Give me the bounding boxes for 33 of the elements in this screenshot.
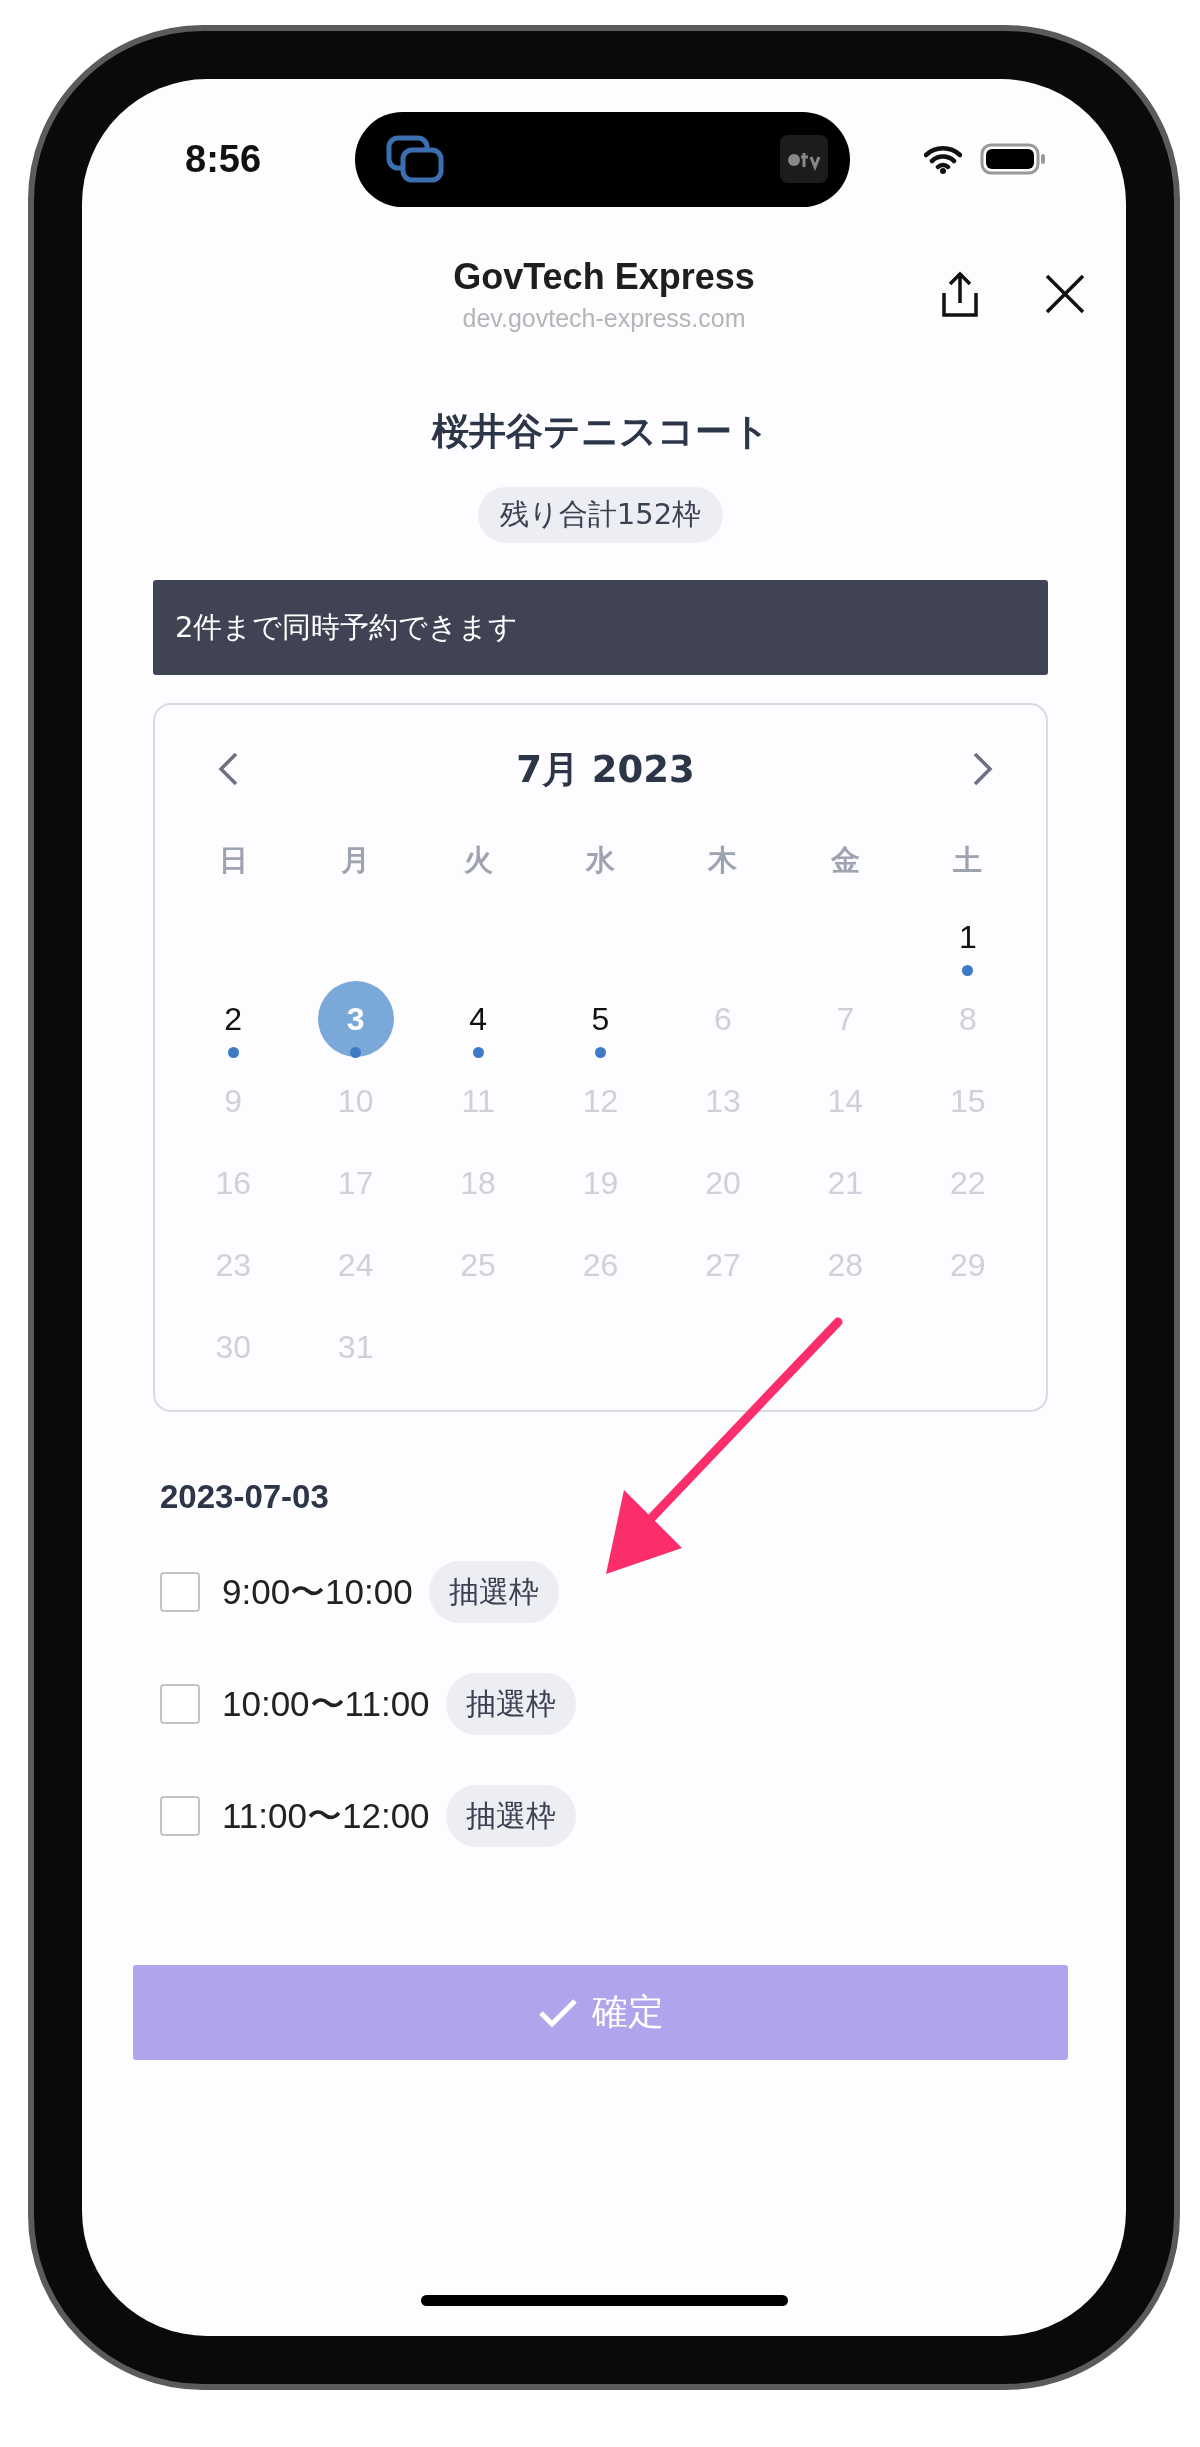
slot-checkbox[interactable] bbox=[160, 1796, 200, 1836]
check-icon bbox=[537, 1996, 578, 2029]
battery-icon bbox=[980, 143, 1046, 175]
weekday-label: 木 bbox=[708, 842, 738, 879]
notice-banner: 2件まで同時予約できます bbox=[153, 580, 1048, 675]
selected-date-heading: 2023-07-03 bbox=[160, 1478, 330, 1516]
calendar-day[interactable]: 1 bbox=[929, 899, 1006, 989]
venue-title: 桜井谷テニスコート bbox=[430, 409, 771, 455]
lottery-tag: 抽選枠 bbox=[445, 1673, 576, 1735]
weekday-label: 土 bbox=[953, 842, 983, 879]
tv-app-icon bbox=[780, 135, 828, 183]
slot-checkbox[interactable] bbox=[160, 1684, 200, 1724]
page-url: dev.govtech-express.com bbox=[462, 303, 746, 333]
wifi-icon bbox=[924, 144, 962, 174]
page-title: GovTech Express bbox=[453, 255, 755, 298]
weekday-label: 金 bbox=[830, 842, 860, 879]
month-title: 7月 2023 bbox=[516, 747, 695, 793]
slot-time: 10:00〜11:00 bbox=[222, 1682, 430, 1725]
calendar-day[interactable]: 4 bbox=[440, 981, 517, 1071]
weekday-label: 火 bbox=[463, 842, 493, 879]
calendar-day[interactable]: 5 bbox=[562, 981, 639, 1071]
weekday-label: 水 bbox=[586, 842, 615, 879]
status-time: 8:56 bbox=[185, 137, 263, 181]
lottery-tag: 抽選枠 bbox=[428, 1561, 559, 1623]
remaining-badge: 残り合計152枠 bbox=[477, 487, 724, 543]
overlapping-squares-icon bbox=[385, 134, 447, 184]
lottery-tag: 抽選枠 bbox=[445, 1785, 576, 1847]
calendar-day[interactable]: 2 bbox=[195, 981, 272, 1071]
slot-time: 9:00〜10:00 bbox=[222, 1570, 413, 1613]
weekday-label: 月 bbox=[341, 842, 371, 879]
weekday-label: 日 bbox=[218, 842, 248, 879]
slot-checkbox[interactable] bbox=[160, 1572, 200, 1612]
slot-time: 11:00〜12:00 bbox=[222, 1794, 430, 1837]
